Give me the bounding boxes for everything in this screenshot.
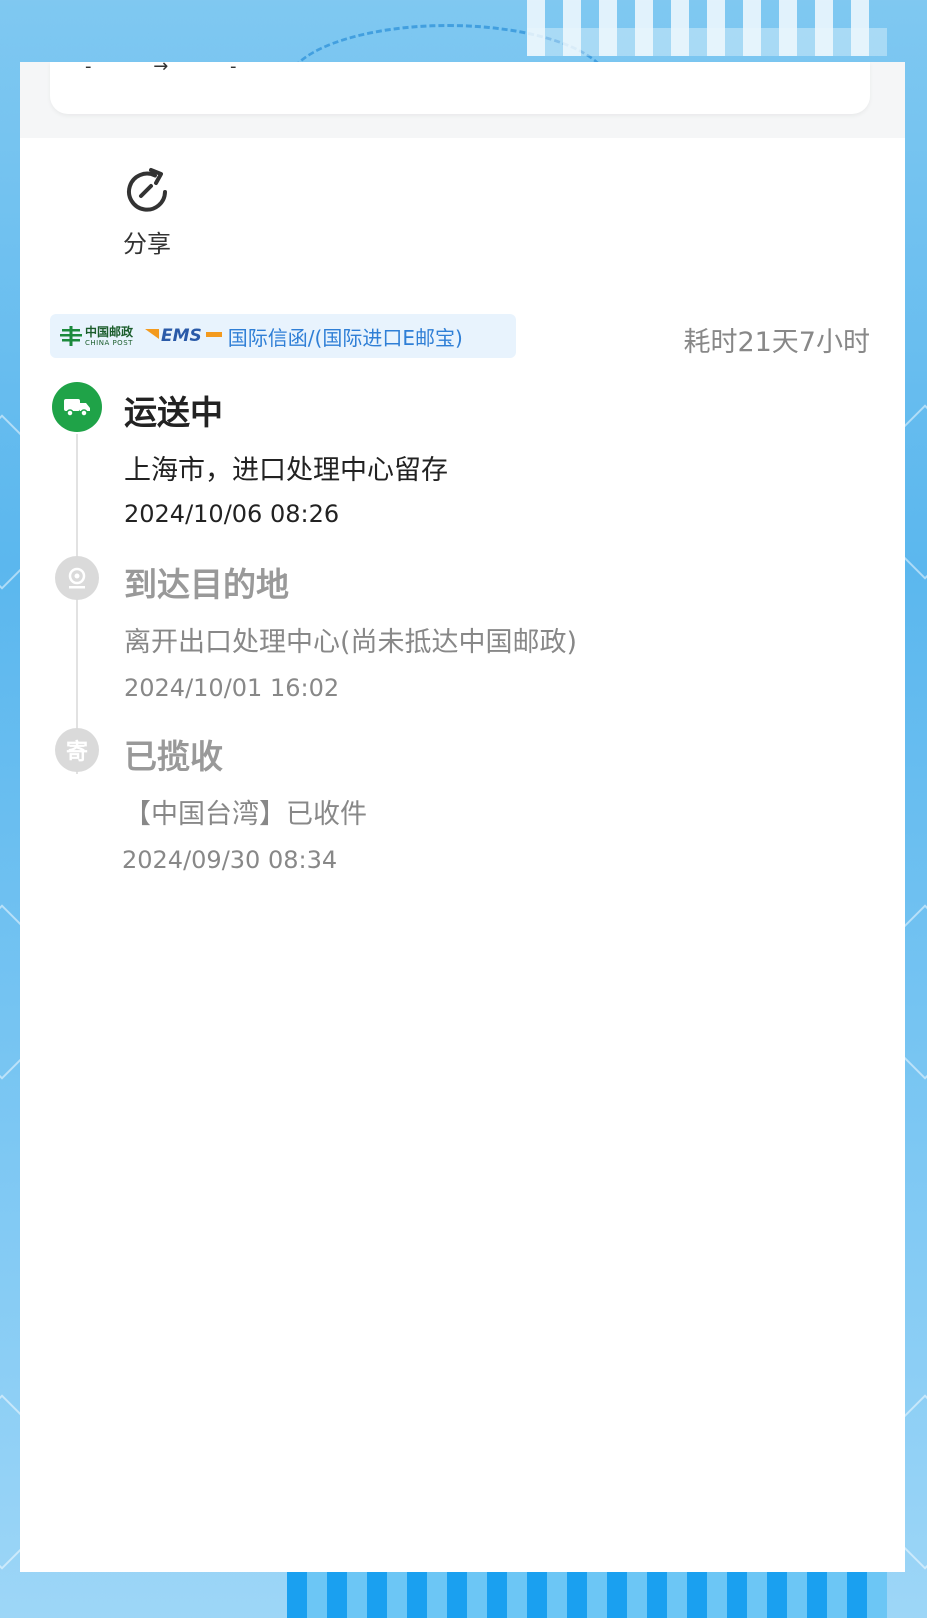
status-title: 到达目的地 <box>124 565 289 604</box>
status-desc: 离开出口处理中心(尚未抵达中国邮政) <box>124 627 578 658</box>
status-desc: 上海市，进口处理中心留存 <box>124 455 448 486</box>
previous-panel: - → - <box>50 56 870 114</box>
header-remnant: - → - <box>85 56 265 77</box>
bg-checker-top <box>527 0 887 56</box>
status-time: 2024/09/30 08:34 <box>122 846 338 874</box>
status-title: 已揽收 <box>124 737 223 776</box>
share-rotate-icon <box>127 168 167 212</box>
ems-logo: EMS <box>145 326 222 346</box>
transit-duration: 耗时21天7小时 <box>683 327 870 358</box>
carrier-badge: 中国邮政 CHINA POST EMS 国际信函/(国际进口E邮宝) <box>50 314 516 358</box>
status-time: 2024/10/01 16:02 <box>124 674 340 702</box>
share-button[interactable]: 分享 <box>102 166 192 259</box>
service-type: 国际信函/(国际进口E邮宝) <box>227 325 463 350</box>
ji-icon-text: 寄 <box>65 740 88 765</box>
china-post-cn: 中国邮政 <box>85 324 134 339</box>
location-pin-icon <box>55 556 99 600</box>
status-title: 运送中 <box>124 393 223 432</box>
share-label: 分享 <box>123 230 171 258</box>
ji-icon: 寄 <box>55 728 99 772</box>
logistics-card: - → - 分享 中国邮政 CHINA POST EMS 国际信函/(国际进口E… <box>20 56 905 1572</box>
card-top-strip: - → - <box>20 56 905 138</box>
truck-icon <box>52 382 102 432</box>
timeline-connector <box>76 434 78 774</box>
status-desc: 【中国台湾】已收件 <box>124 799 367 830</box>
china-post-icon <box>60 326 82 346</box>
bg-checker-bottom <box>287 1572 887 1618</box>
china-post-en: CHINA POST <box>85 338 133 347</box>
china-post-logo: 中国邮政 CHINA POST <box>60 326 133 347</box>
status-time: 2024/10/06 08:26 <box>124 500 340 528</box>
